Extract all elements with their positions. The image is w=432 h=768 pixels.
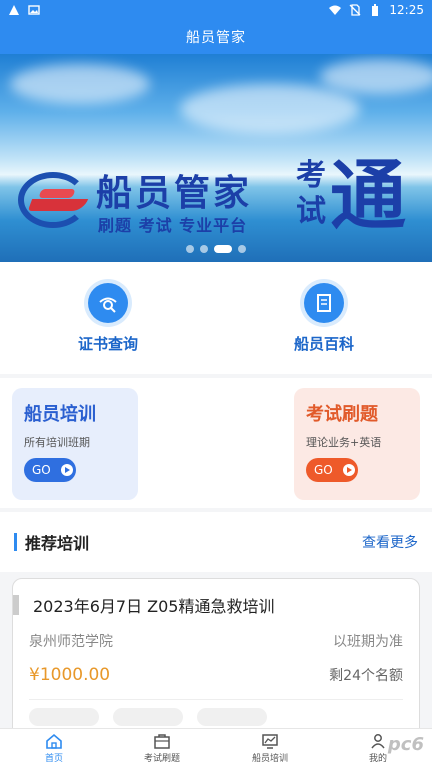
course-price: ¥1000.00 xyxy=(29,665,111,685)
carousel-dot[interactable] xyxy=(200,245,208,253)
tab-home[interactable]: 首页 xyxy=(0,729,108,768)
tab-exam-practice[interactable]: 考试刷题 xyxy=(108,729,216,768)
go-button[interactable]: GO xyxy=(24,458,76,482)
card-subtitle: 理论业务+英语 xyxy=(306,436,382,449)
course-quota: 剩24个名额 xyxy=(329,668,403,684)
tab-crew-training[interactable]: 船员培训 xyxy=(216,729,324,768)
card-crew-training[interactable]: 船员培训 所有培训班期 GO xyxy=(12,388,138,500)
go-button[interactable]: GO xyxy=(306,458,358,482)
card-subtitle: 所有培训班期 xyxy=(24,436,90,449)
quick-links: 证书查询 船员百科 xyxy=(0,262,432,374)
card-title: 船员培训 xyxy=(24,404,96,425)
course-title: 2023年6月7日 Z05精通急救培训 xyxy=(33,597,275,616)
search-certificate-icon xyxy=(88,282,128,323)
no-sim-icon xyxy=(349,4,361,16)
carousel-dot-active[interactable] xyxy=(214,245,232,253)
recommended-section-header: 推荐培训 查看更多 xyxy=(0,512,432,572)
warning-icon xyxy=(8,4,20,16)
chart-icon xyxy=(262,734,278,749)
carousel-dots xyxy=(0,245,432,253)
section-accent-bar xyxy=(14,533,17,551)
card-title: 考试刷题 xyxy=(306,404,378,425)
wifi-icon xyxy=(329,4,342,16)
play-icon xyxy=(342,464,355,476)
watermark-logo: pc6 xyxy=(387,734,424,755)
tab-label: 首页 xyxy=(44,754,63,764)
course-tags xyxy=(29,708,403,726)
carousel-dot[interactable] xyxy=(238,245,246,253)
course-accent-bar xyxy=(13,595,19,615)
tag-chip xyxy=(113,708,183,726)
carousel-dot[interactable] xyxy=(186,245,194,253)
tab-label: 我的 xyxy=(368,754,387,764)
banner-carousel[interactable]: 船员管家 刷题 考试 专业平台 考试 通 xyxy=(0,54,432,262)
course-schedule: 以班期为准 xyxy=(333,634,403,650)
feature-cards: 船员培训 所有培训班期 GO 考试刷题 理论业务+英语 GO xyxy=(0,378,432,508)
app-title: 船员管家 xyxy=(0,20,432,54)
tab-label: 考试刷题 xyxy=(143,754,180,764)
tab-label: 船员培训 xyxy=(251,754,288,764)
go-label: GO xyxy=(32,463,51,477)
view-more-link[interactable]: 查看更多 xyxy=(362,532,418,552)
quick-link-encyclopedia[interactable]: 船员百科 xyxy=(216,262,432,374)
battery-icon xyxy=(369,4,381,16)
briefcase-icon xyxy=(154,734,170,749)
home-icon xyxy=(46,733,62,749)
section-title: 推荐培训 xyxy=(25,534,90,553)
quick-link-certificate[interactable]: 证书查询 xyxy=(0,262,216,374)
banner-title: 船员管家 xyxy=(96,173,253,214)
banner-side-small: 考试 xyxy=(296,158,326,229)
course-card[interactable]: 2023年6月7日 Z05精通急救培训 泉州师范学院 以班期为准 ¥1000.0… xyxy=(12,578,420,748)
quick-link-label: 船员百科 xyxy=(293,334,354,353)
clock: 12:25 xyxy=(389,3,424,17)
card-exam-practice[interactable]: 考试刷题 理论业务+英语 GO xyxy=(294,388,420,500)
banner-subtitle: 刷题 考试 专业平台 xyxy=(98,216,248,235)
play-icon xyxy=(60,464,73,476)
tag-chip xyxy=(29,708,99,726)
course-school: 泉州师范学院 xyxy=(29,634,113,650)
status-bar: 12:25 xyxy=(0,0,432,20)
tag-chip xyxy=(197,708,267,726)
book-icon xyxy=(304,282,344,323)
go-label: GO xyxy=(314,463,333,477)
user-icon xyxy=(371,734,385,749)
ship-logo-top xyxy=(38,189,76,198)
bottom-tab-bar: 首页 考试刷题 船员培训 我的 xyxy=(0,728,432,768)
quick-link-label: 证书查询 xyxy=(77,334,138,353)
banner-side-big: 通 xyxy=(330,151,406,240)
image-icon xyxy=(28,4,40,16)
divider xyxy=(29,699,403,700)
